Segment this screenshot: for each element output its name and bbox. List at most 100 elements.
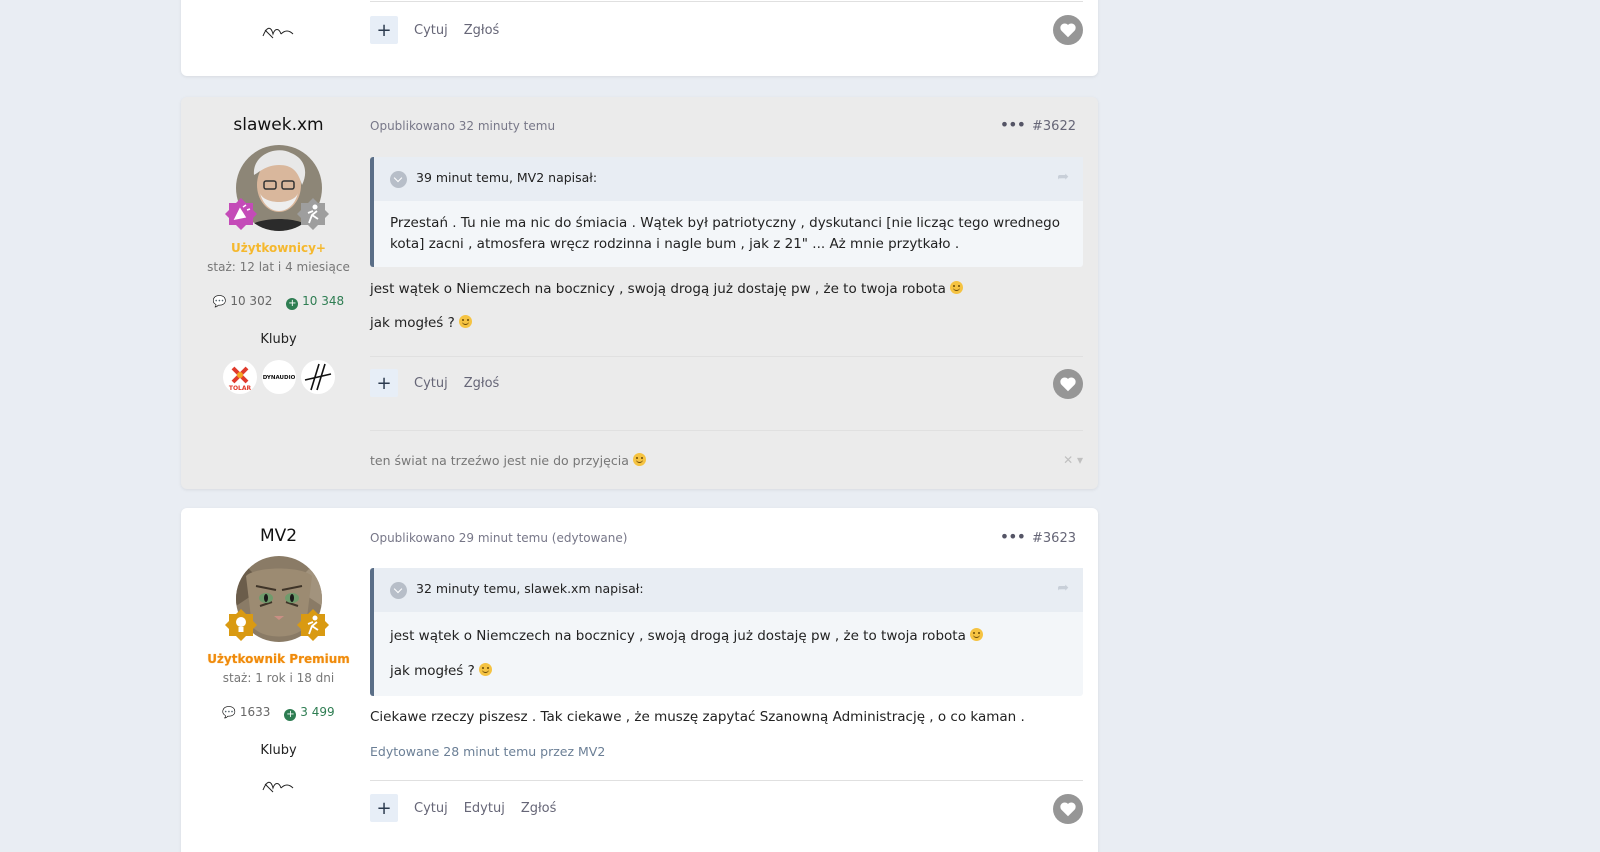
club-tolar-logo[interactable]: TOLAR — [222, 360, 257, 394]
reputation-value: 3 499 — [300, 705, 335, 719]
like-button[interactable] — [1053, 369, 1083, 399]
reputation-value: 10 348 — [302, 294, 345, 308]
edited-note: Edytowane 28 minut temu przez MV2 — [370, 744, 606, 759]
club-signature-logo[interactable] — [259, 776, 299, 796]
post-paragraph: Ciekawe rzeczy piszesz . Tak ciekawe , ż… — [370, 709, 1025, 725]
post-content: Opublikowano 32 minuty temu ••• #3622 39… — [370, 97, 1083, 489]
share-icon[interactable]: ➦ — [1057, 580, 1069, 596]
club-dynaudio-logo[interactable]: DYNAUDIO — [261, 360, 296, 394]
author-name[interactable]: MV2 — [181, 526, 376, 546]
post-actions: + Cytuj Edytuj Zgłoś — [370, 794, 572, 822]
plus-circle-icon: + — [286, 298, 299, 310]
quote-header: 32 minuty temu, slawek.xm napisał: ➦ — [374, 568, 1083, 612]
clubs-list: TOLAR DYNAUDIO — [181, 360, 376, 394]
post-content: Opublikowano 29 minut temu (edytowane) •… — [370, 508, 1083, 852]
post-date[interactable]: Opublikowano 32 minuty temu — [370, 119, 555, 133]
post-content: + Cytuj Zgłoś — [370, 0, 1083, 76]
post-paragraph-text: jak mogłeś ? — [370, 315, 455, 331]
user-tenure: staż: 12 lat i 4 miesiące — [207, 260, 350, 274]
quote-toggle-icon[interactable] — [390, 171, 407, 188]
reputation[interactable]: + 10 348 — [286, 294, 344, 310]
like-button[interactable] — [1053, 15, 1083, 45]
quote-citation[interactable]: 39 minut temu, MV2 napisał: — [416, 170, 597, 185]
achievement-badge-runner[interactable] — [296, 608, 330, 642]
user-group[interactable]: Użytkownicy+ — [181, 241, 376, 255]
quote-button[interactable]: Cytuj — [414, 23, 448, 38]
quote-paragraph: jest wątek o Niemczech na bocznicy , swo… — [390, 626, 1067, 647]
post-number-link[interactable]: #3622 — [1032, 119, 1076, 134]
user-tenure: staż: 1 rok i 18 dni — [222, 671, 335, 685]
divider — [370, 1, 1083, 2]
heart-icon — [1060, 377, 1076, 392]
multiquote-button[interactable]: + — [370, 369, 398, 397]
smile-emoji-icon — [479, 663, 493, 676]
post-3623: MV2 Użytkownik Premium staż: 1 rok i 18 … — [181, 508, 1098, 852]
post-options-button[interactable]: ••• — [1000, 527, 1026, 546]
signature-hide-button[interactable]: ✕ ▾ — [1063, 453, 1083, 467]
report-button[interactable]: Zgłoś — [464, 376, 500, 391]
signature-text: ten świat na trzeźwo jest nie do przyjęc… — [370, 453, 629, 468]
share-icon[interactable]: ➦ — [1057, 169, 1069, 185]
post-count: 💬 1633 — [222, 705, 270, 721]
post-author-panel — [181, 22, 376, 42]
post-options-button[interactable]: ••• — [1000, 115, 1026, 134]
divider — [370, 780, 1083, 781]
quote-citation[interactable]: 32 minuty temu, slawek.xm napisał: — [416, 581, 644, 596]
clubs-label: Kluby — [260, 332, 297, 347]
post-paragraph-text: jest wątek o Niemczech na bocznicy , swo… — [370, 281, 946, 297]
post-actions: + Cytuj Zgłoś — [370, 16, 515, 44]
club-signature-logo[interactable] — [259, 22, 299, 42]
author-name[interactable]: slawek.xm — [181, 115, 376, 135]
post-actions: + Cytuj Zgłoś — [370, 369, 515, 397]
post-count-value: 10 302 — [230, 294, 273, 308]
post-count: 💬 10 302 — [213, 294, 273, 310]
heart-icon — [1060, 802, 1076, 817]
multiquote-button[interactable]: + — [370, 794, 398, 822]
post-author-panel: slawek.xm Użytkownicy+ staż: 12 lat i 4 … — [181, 115, 376, 394]
report-button[interactable]: Zgłoś — [521, 801, 557, 816]
quote-button[interactable]: Cytuj — [414, 801, 448, 816]
svg-text:TOLAR: TOLAR — [228, 385, 251, 392]
quote-block: 32 minuty temu, slawek.xm napisał: ➦ jes… — [370, 568, 1083, 696]
avatar[interactable] — [224, 145, 329, 231]
post-date[interactable]: Opublikowano 29 minut temu (edytowane) — [370, 531, 627, 545]
user-group[interactable]: Użytkownik Premium — [181, 652, 376, 666]
quote-button[interactable]: Cytuj — [414, 376, 448, 391]
post-paragraph: jak mogłeś ? — [370, 315, 473, 331]
svg-text:DYNAUDIO: DYNAUDIO — [262, 375, 295, 381]
smile-emoji-icon — [950, 281, 964, 294]
quote-header: 39 minut temu, MV2 napisał: ➦ — [374, 157, 1083, 201]
avatar[interactable] — [224, 556, 329, 642]
post-paragraph: jest wątek o Niemczech na bocznicy , swo… — [370, 281, 964, 297]
quote-paragraph-text: jest wątek o Niemczech na bocznicy , swo… — [390, 628, 966, 644]
post-number-link[interactable]: #3623 — [1032, 531, 1076, 546]
smile-emoji-icon — [970, 628, 984, 641]
quote-body: jest wątek o Niemczech na bocznicy , swo… — [374, 612, 1083, 696]
post-count-value: 1633 — [239, 705, 271, 719]
user-stats: 💬 10 302 + 10 348 — [181, 294, 376, 310]
quote-paragraph: jak mogłeś ? — [390, 661, 1067, 682]
signature-divider — [370, 430, 1083, 431]
achievement-badge-idea[interactable] — [224, 608, 258, 642]
smile-emoji-icon — [459, 315, 473, 328]
like-button[interactable] — [1053, 794, 1083, 824]
reputation[interactable]: + 3 499 — [284, 705, 335, 721]
achievement-badge-pink[interactable] — [224, 197, 258, 231]
divider — [370, 356, 1083, 357]
achievement-badge-grey[interactable] — [296, 197, 330, 231]
clubs-label: Kluby — [260, 743, 297, 758]
signature: ten świat na trzeźwo jest nie do przyjęc… — [370, 453, 646, 468]
comment-icon: 💬 — [212, 295, 227, 308]
post-3622: slawek.xm Użytkownicy+ staż: 12 lat i 4 … — [181, 97, 1098, 489]
club-lines-logo[interactable] — [300, 360, 335, 394]
edit-button[interactable]: Edytuj — [464, 801, 505, 816]
multiquote-button[interactable]: + — [370, 16, 398, 44]
plus-circle-icon: + — [284, 709, 297, 721]
quote-paragraph-text: jak mogłeś ? — [390, 663, 475, 679]
comment-icon: 💬 — [222, 706, 237, 719]
post-previous: + Cytuj Zgłoś — [181, 0, 1098, 76]
quote-body: Przestań . Tu nie ma nic do śmiacia . Wą… — [390, 215, 1061, 252]
quote-toggle-icon[interactable] — [390, 582, 407, 599]
user-stats: 💬 1633 + 3 499 — [181, 705, 376, 721]
report-button[interactable]: Zgłoś — [464, 23, 500, 38]
